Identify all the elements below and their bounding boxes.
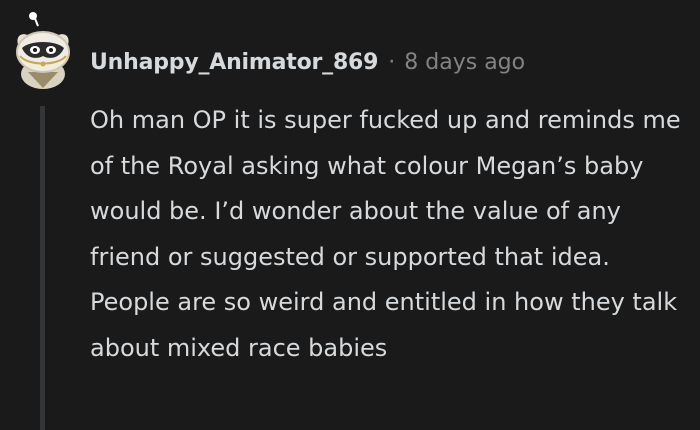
comment: Unhappy_Animator_869 · 8 days ago Oh man… (0, 0, 700, 430)
thread-collapse-line[interactable] (40, 106, 45, 430)
comment-body: Oh man OP it is super fucked up and remi… (90, 106, 681, 362)
snoo-avatar-icon (16, 12, 70, 89)
comment-timestamp[interactable]: 8 days ago (404, 50, 525, 75)
comment-header: Unhappy_Animator_869 · 8 days ago (90, 42, 525, 82)
meta-separator: · (388, 49, 396, 75)
author-username[interactable]: Unhappy_Animator_869 (90, 50, 378, 75)
user-avatar[interactable] (8, 12, 78, 92)
